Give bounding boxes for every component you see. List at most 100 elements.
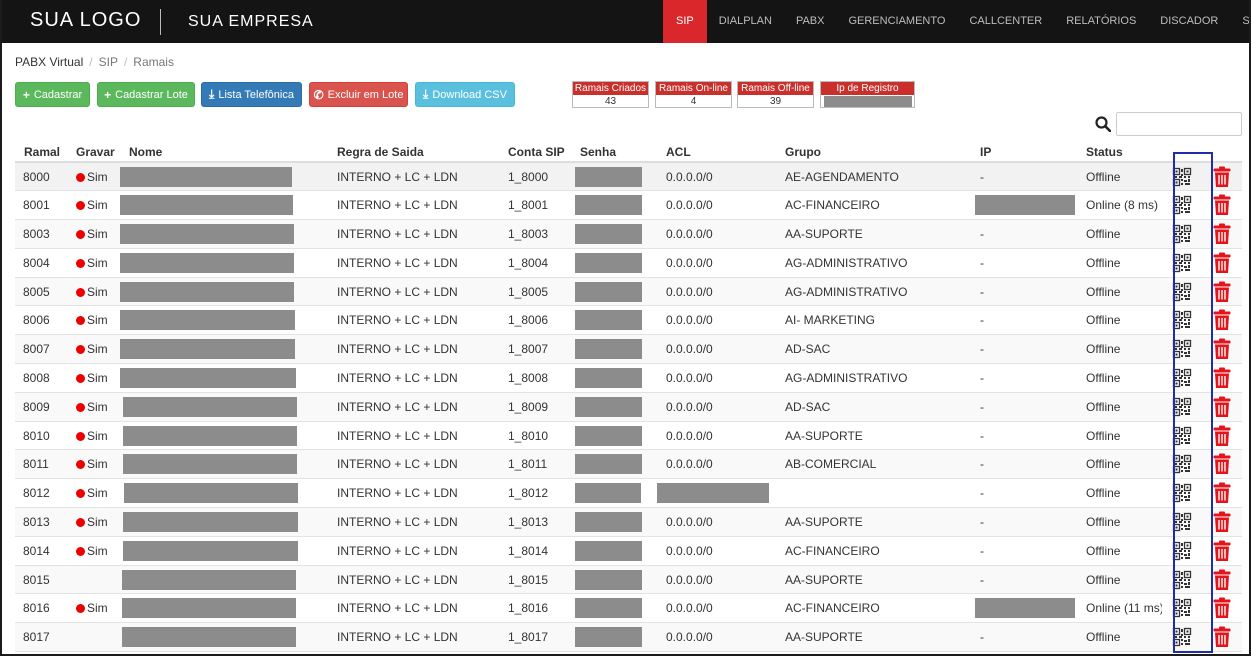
qrcode-icon[interactable] [1172,167,1192,187]
table-row[interactable]: 8008 Sim INTERNO + LC + LDN 1_8008 0.0.0.0/0… [15,363,1242,393]
search-input[interactable] [1116,112,1242,136]
table-row[interactable]: 8010 Sim INTERNO + LC + LDN 1_8010 0.0.0.0/0… [15,421,1242,451]
nav-pabx[interactable]: PABX [784,0,837,43]
qrcode-icon[interactable] [1172,512,1192,532]
qr-cell[interactable] [1162,363,1202,393]
nav-sip[interactable]: SIP [663,0,707,43]
table-row[interactable]: 8014 Sim INTERNO + LC + LDN 1_8014 0.0.0.0/0… [15,536,1242,566]
delete-cell[interactable] [1202,363,1242,393]
qrcode-icon[interactable] [1172,454,1192,474]
delete-cell[interactable] [1202,421,1242,451]
qr-cell[interactable] [1162,190,1202,221]
table-row[interactable]: 8006 Sim INTERNO + LC + LDN 1_8006 0.0.0.0/0… [15,305,1242,336]
table-row[interactable]: 8003 Sim INTERNO + LC + LDN 1_8003 0.0.0.0/0… [15,219,1242,249]
delete-cell[interactable] [1202,248,1242,278]
trash-icon[interactable] [1212,482,1232,504]
delete-cell[interactable] [1202,478,1242,509]
qrcode-icon[interactable] [1172,195,1192,215]
col-gravar[interactable]: Gravar [67,142,120,163]
delete-cell[interactable] [1202,334,1242,365]
delete-cell[interactable] [1202,392,1242,422]
qrcode-icon[interactable] [1172,368,1192,388]
delete-cell[interactable] [1202,219,1242,249]
qrcode-icon[interactable] [1172,426,1192,446]
nav-dialplan[interactable]: DIALPLAN [707,0,784,43]
qr-cell[interactable] [1162,478,1202,509]
col-nome[interactable]: Nome [120,142,328,163]
qrcode-icon[interactable] [1172,483,1192,503]
table-row[interactable]: 8012 Sim INTERNO + LC + LDN 1_8012 - Offline [15,478,1242,509]
qr-cell[interactable] [1162,334,1202,365]
qr-cell[interactable] [1162,219,1202,249]
nav-gerenciamento[interactable]: GERENCIAMENTO [836,0,957,43]
qrcode-icon[interactable] [1172,598,1192,618]
lista-telefonica-button[interactable]: ⤓ Lista Telefônica [201,82,302,107]
qrcode-icon[interactable] [1172,627,1192,647]
col-ip[interactable]: IP [971,142,1077,163]
delete-cell[interactable] [1202,536,1242,566]
qrcode-icon[interactable] [1172,253,1192,273]
col-grupo[interactable]: Grupo [776,142,971,163]
table-row[interactable]: 8013 Sim INTERNO + LC + LDN 1_8013 0.0.0.0/0… [15,507,1242,537]
logo[interactable]: SUA LOGO [30,9,141,32]
trash-icon[interactable] [1212,194,1232,216]
qr-cell[interactable] [1162,277,1202,307]
trash-icon[interactable] [1212,425,1232,447]
qrcode-icon[interactable] [1172,224,1192,244]
qr-cell[interactable] [1162,449,1202,480]
qr-cell[interactable] [1162,305,1202,336]
nav-relatorios[interactable]: RELATÓRIOS [1054,0,1148,43]
col-conta[interactable]: Conta SIP [499,142,571,163]
table-row[interactable]: 8017 INTERNO + LC + LDN 1_8017 0.0.0.0/0 AA-… [15,622,1242,653]
qr-cell[interactable] [1162,421,1202,451]
qrcode-icon[interactable] [1172,570,1192,590]
qrcode-icon[interactable] [1172,541,1192,561]
table-row[interactable]: 8007 Sim INTERNO + LC + LDN 1_8007 0.0.0.0/0… [15,334,1242,365]
delete-cell[interactable] [1202,277,1242,307]
delete-cell[interactable] [1202,622,1242,653]
breadcrumb-sip[interactable]: SIP [99,55,118,69]
qrcode-icon[interactable] [1172,310,1192,330]
nav-callcenter[interactable]: CALLCENTER [957,0,1054,43]
excluir-lote-button[interactable]: ✆ Excluir em Lote [309,82,408,107]
table-row[interactable]: 8004 Sim INTERNO + LC + LDN 1_8004 0.0.0.0/0… [15,248,1242,278]
table-row[interactable]: 8001 Sim INTERNO + LC + LDN 1_8001 0.0.0.0/0… [15,190,1242,221]
qr-cell[interactable] [1162,565,1202,595]
col-regra[interactable]: Regra de Saida [328,142,499,163]
qr-cell[interactable] [1162,536,1202,566]
search-icon[interactable] [1095,116,1111,132]
cadastrar-lote-button[interactable]: + Cadastrar Lote [97,82,195,107]
trash-icon[interactable] [1212,338,1232,360]
nav-sair[interactable]: SAIR [1230,0,1249,43]
trash-icon[interactable] [1212,396,1232,418]
breadcrumb-pabx-virtual[interactable]: PABX Virtual [15,55,83,69]
trash-icon[interactable] [1212,453,1232,475]
trash-icon[interactable] [1212,281,1232,303]
table-row[interactable]: 8011 Sim INTERNO + LC + LDN 1_8011 0.0.0.0/0… [15,449,1242,480]
delete-cell[interactable] [1202,162,1242,192]
col-ramal[interactable]: Ramal [15,142,67,163]
table-row[interactable]: 8015 INTERNO + LC + LDN 1_8015 0.0.0.0/0 AA-… [15,565,1242,595]
trash-icon[interactable] [1212,252,1232,274]
table-row[interactable]: 8000 Sim INTERNO + LC + LDN 1_8000 0.0.0.0/0… [15,162,1242,192]
trash-icon[interactable] [1212,569,1232,591]
qr-cell[interactable] [1162,248,1202,278]
qrcode-icon[interactable] [1172,282,1192,302]
qr-cell[interactable] [1162,507,1202,537]
qrcode-icon[interactable] [1172,339,1192,359]
delete-cell[interactable] [1202,305,1242,336]
trash-icon[interactable] [1212,166,1232,188]
delete-cell[interactable] [1202,449,1242,480]
cadastrar-button[interactable]: + Cadastrar [15,82,90,107]
qr-cell[interactable] [1162,392,1202,422]
qr-cell[interactable] [1162,593,1202,624]
trash-icon[interactable] [1212,511,1232,533]
col-acl[interactable]: ACL [657,142,776,163]
delete-cell[interactable] [1202,507,1242,537]
qr-cell[interactable] [1162,162,1202,192]
trash-icon[interactable] [1212,626,1232,648]
trash-icon[interactable] [1212,223,1232,245]
delete-cell[interactable] [1202,190,1242,221]
col-status[interactable]: Status [1077,142,1162,163]
trash-icon[interactable] [1212,309,1232,331]
